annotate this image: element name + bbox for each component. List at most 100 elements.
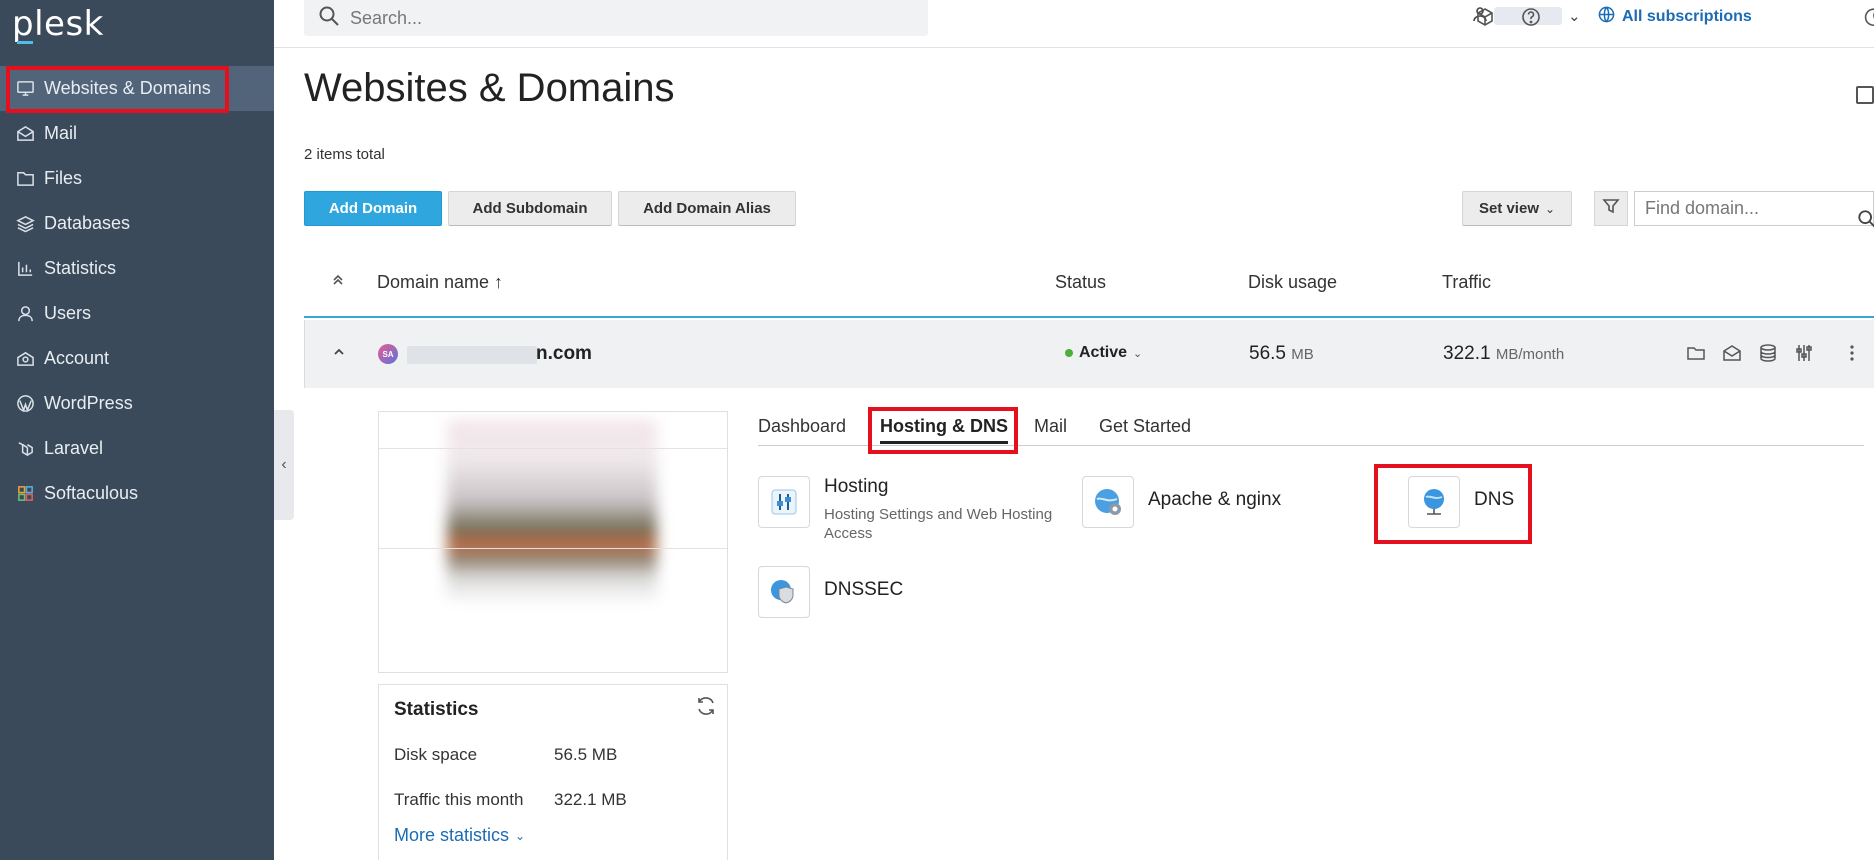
traffic-number: 322.1 [1443, 343, 1491, 364]
sidebar-item-label: WordPress [44, 393, 133, 413]
more-statistics-label: More statistics [394, 825, 510, 845]
page-title: Websites & Domains [304, 66, 675, 110]
laravel-icon [14, 438, 36, 460]
site-favicon: SA [378, 344, 398, 364]
filter-icon [1602, 197, 1620, 220]
row-actions [1685, 342, 1863, 364]
add-domain-alias-button[interactable]: Add Domain Alias [618, 191, 796, 226]
sidebar-item-users[interactable]: Users [0, 291, 274, 336]
find-domain-box[interactable] [1634, 191, 1874, 227]
all-subscriptions-label: All subscriptions [1622, 8, 1752, 25]
sidebar-item-label: Websites & Domains [44, 78, 211, 98]
disk-usage-value: 56.5 MB [1249, 343, 1314, 365]
chevron-down-icon: ⌄ [1568, 8, 1581, 25]
sidebar-item-account[interactable]: Account [0, 336, 274, 381]
set-view-label: Set view [1478, 200, 1539, 217]
status-dot [1065, 349, 1073, 357]
disk-unit: MB [1291, 346, 1314, 363]
folder-icon[interactable] [1685, 342, 1707, 364]
tab-get-started[interactable]: Get Started [1099, 416, 1191, 441]
table-header: Domain name ↑ Status Disk usage Traffic [304, 262, 1874, 318]
statistics-title: Statistics [394, 699, 479, 720]
set-view-button[interactable]: Set view ⌄ [1462, 191, 1572, 226]
sidebar-collapse-handle[interactable]: ‹ [274, 410, 294, 520]
domain-name-link[interactable]: n.com [536, 343, 592, 365]
chevron-down-icon: ⌄ [1133, 347, 1143, 360]
sidebar-item-label: Databases [44, 213, 131, 233]
dns-tool-name: DNS [1474, 489, 1515, 510]
globe-icon [1598, 6, 1615, 28]
status-label: Active [1079, 344, 1128, 361]
statistics-card: Statistics Disk space 56.5 MB Traffic th… [378, 684, 728, 860]
database-icon[interactable] [1757, 342, 1779, 364]
sidebar: plesk Websites & Domains Mail Files Data… [0, 0, 274, 860]
chevron-up-icon[interactable] [331, 344, 347, 365]
add-subdomain-button[interactable]: Add Subdomain [448, 191, 612, 226]
dnssec-shield-icon [758, 566, 810, 618]
wordpress-icon [14, 393, 36, 415]
help-icon[interactable] [1520, 6, 1542, 28]
apache-nginx-tool[interactable]: Apache & nginx [1082, 476, 1281, 528]
column-domain-name[interactable]: Domain name ↑ [377, 272, 503, 293]
hosting-tool[interactable]: Hosting Hosting Settings and Web Hosting… [758, 476, 1064, 543]
hosting-tool-description: Hosting Settings and Web Hosting Access [824, 506, 1053, 542]
chevron-down-icon: ⌄ [1544, 201, 1556, 216]
refresh-icon[interactable] [695, 695, 717, 717]
sidebar-item-websites-domains[interactable]: Websites & Domains [0, 66, 274, 111]
tab-hosting-dns[interactable]: Hosting & DNS [880, 416, 1008, 444]
softaculous-icon [14, 483, 36, 505]
global-search[interactable] [304, 0, 928, 36]
domain-name-redacted [407, 346, 537, 364]
top-bar: ⌄ All subscriptions [274, 0, 1874, 48]
more-statistics-link[interactable]: More statistics ⌄ [394, 825, 525, 846]
all-subscriptions-link[interactable]: All subscriptions [1598, 6, 1752, 28]
sidebar-nav: Websites & Domains Mail Files Databases … [0, 66, 274, 516]
envelope-icon[interactable] [1721, 342, 1743, 364]
user-icon [14, 303, 36, 325]
traffic-value: 322.1 MB/month [1443, 343, 1564, 365]
sidebar-item-files[interactable]: Files [0, 156, 274, 201]
dnssec-tool[interactable]: DNSSEC [758, 566, 903, 618]
search-input[interactable] [350, 7, 910, 29]
filter-button[interactable] [1594, 191, 1628, 226]
moon-icon[interactable] [1862, 6, 1874, 28]
traffic-unit: MB/month [1495, 346, 1565, 363]
sidebar-item-databases[interactable]: Databases [0, 201, 274, 246]
sidebar-item-mail[interactable]: Mail [0, 111, 274, 156]
disk-number: 56.5 [1249, 343, 1286, 364]
tab-mail[interactable]: Mail [1034, 416, 1067, 441]
dnssec-tool-name: DNSSEC [824, 579, 904, 600]
sidebar-item-label: Files [44, 168, 83, 188]
hosting-tool-name: Hosting [824, 476, 889, 497]
sidebar-item-statistics[interactable]: Statistics [0, 246, 274, 291]
add-domain-button[interactable]: Add Domain [304, 191, 442, 226]
side-panel-toggle-icon[interactable] [1856, 86, 1874, 104]
column-disk-usage[interactable]: Disk usage [1248, 272, 1337, 293]
status-badge[interactable]: Active ⌄ [1065, 344, 1142, 362]
dns-tool[interactable]: DNS [1408, 476, 1514, 528]
plesk-logo[interactable]: plesk [12, 4, 104, 44]
disk-space-label: Disk space [394, 745, 478, 764]
cube-icon[interactable] [1474, 6, 1496, 28]
apache-nginx-icon [1082, 476, 1134, 528]
more-vertical-icon[interactable] [1841, 342, 1863, 364]
sidebar-item-laravel[interactable]: Laravel [0, 426, 274, 471]
divider [379, 448, 727, 449]
collapse-all-icon[interactable] [330, 272, 350, 292]
hosting-settings-icon [758, 476, 810, 528]
logo-accent [17, 41, 33, 44]
site-preview-thumbnail[interactable] [378, 411, 728, 673]
envelope-icon [14, 123, 36, 145]
sidebar-item-label: Mail [44, 123, 78, 143]
search-icon [318, 5, 340, 32]
column-traffic[interactable]: Traffic [1442, 272, 1491, 293]
sidebar-item-wordpress[interactable]: WordPress [0, 381, 274, 426]
sidebar-item-softaculous[interactable]: Softaculous [0, 471, 274, 516]
sidebar-item-label: Users [44, 303, 92, 323]
site-preview-image [447, 420, 657, 600]
column-status[interactable]: Status [1055, 272, 1106, 293]
find-domain-input[interactable] [1645, 198, 1845, 219]
sliders-icon[interactable] [1793, 342, 1815, 364]
table-row[interactable]: SA n.com Active ⌄ 56.5 MB 322.1 MB/month [304, 320, 1874, 388]
tab-dashboard[interactable]: Dashboard [758, 416, 846, 441]
